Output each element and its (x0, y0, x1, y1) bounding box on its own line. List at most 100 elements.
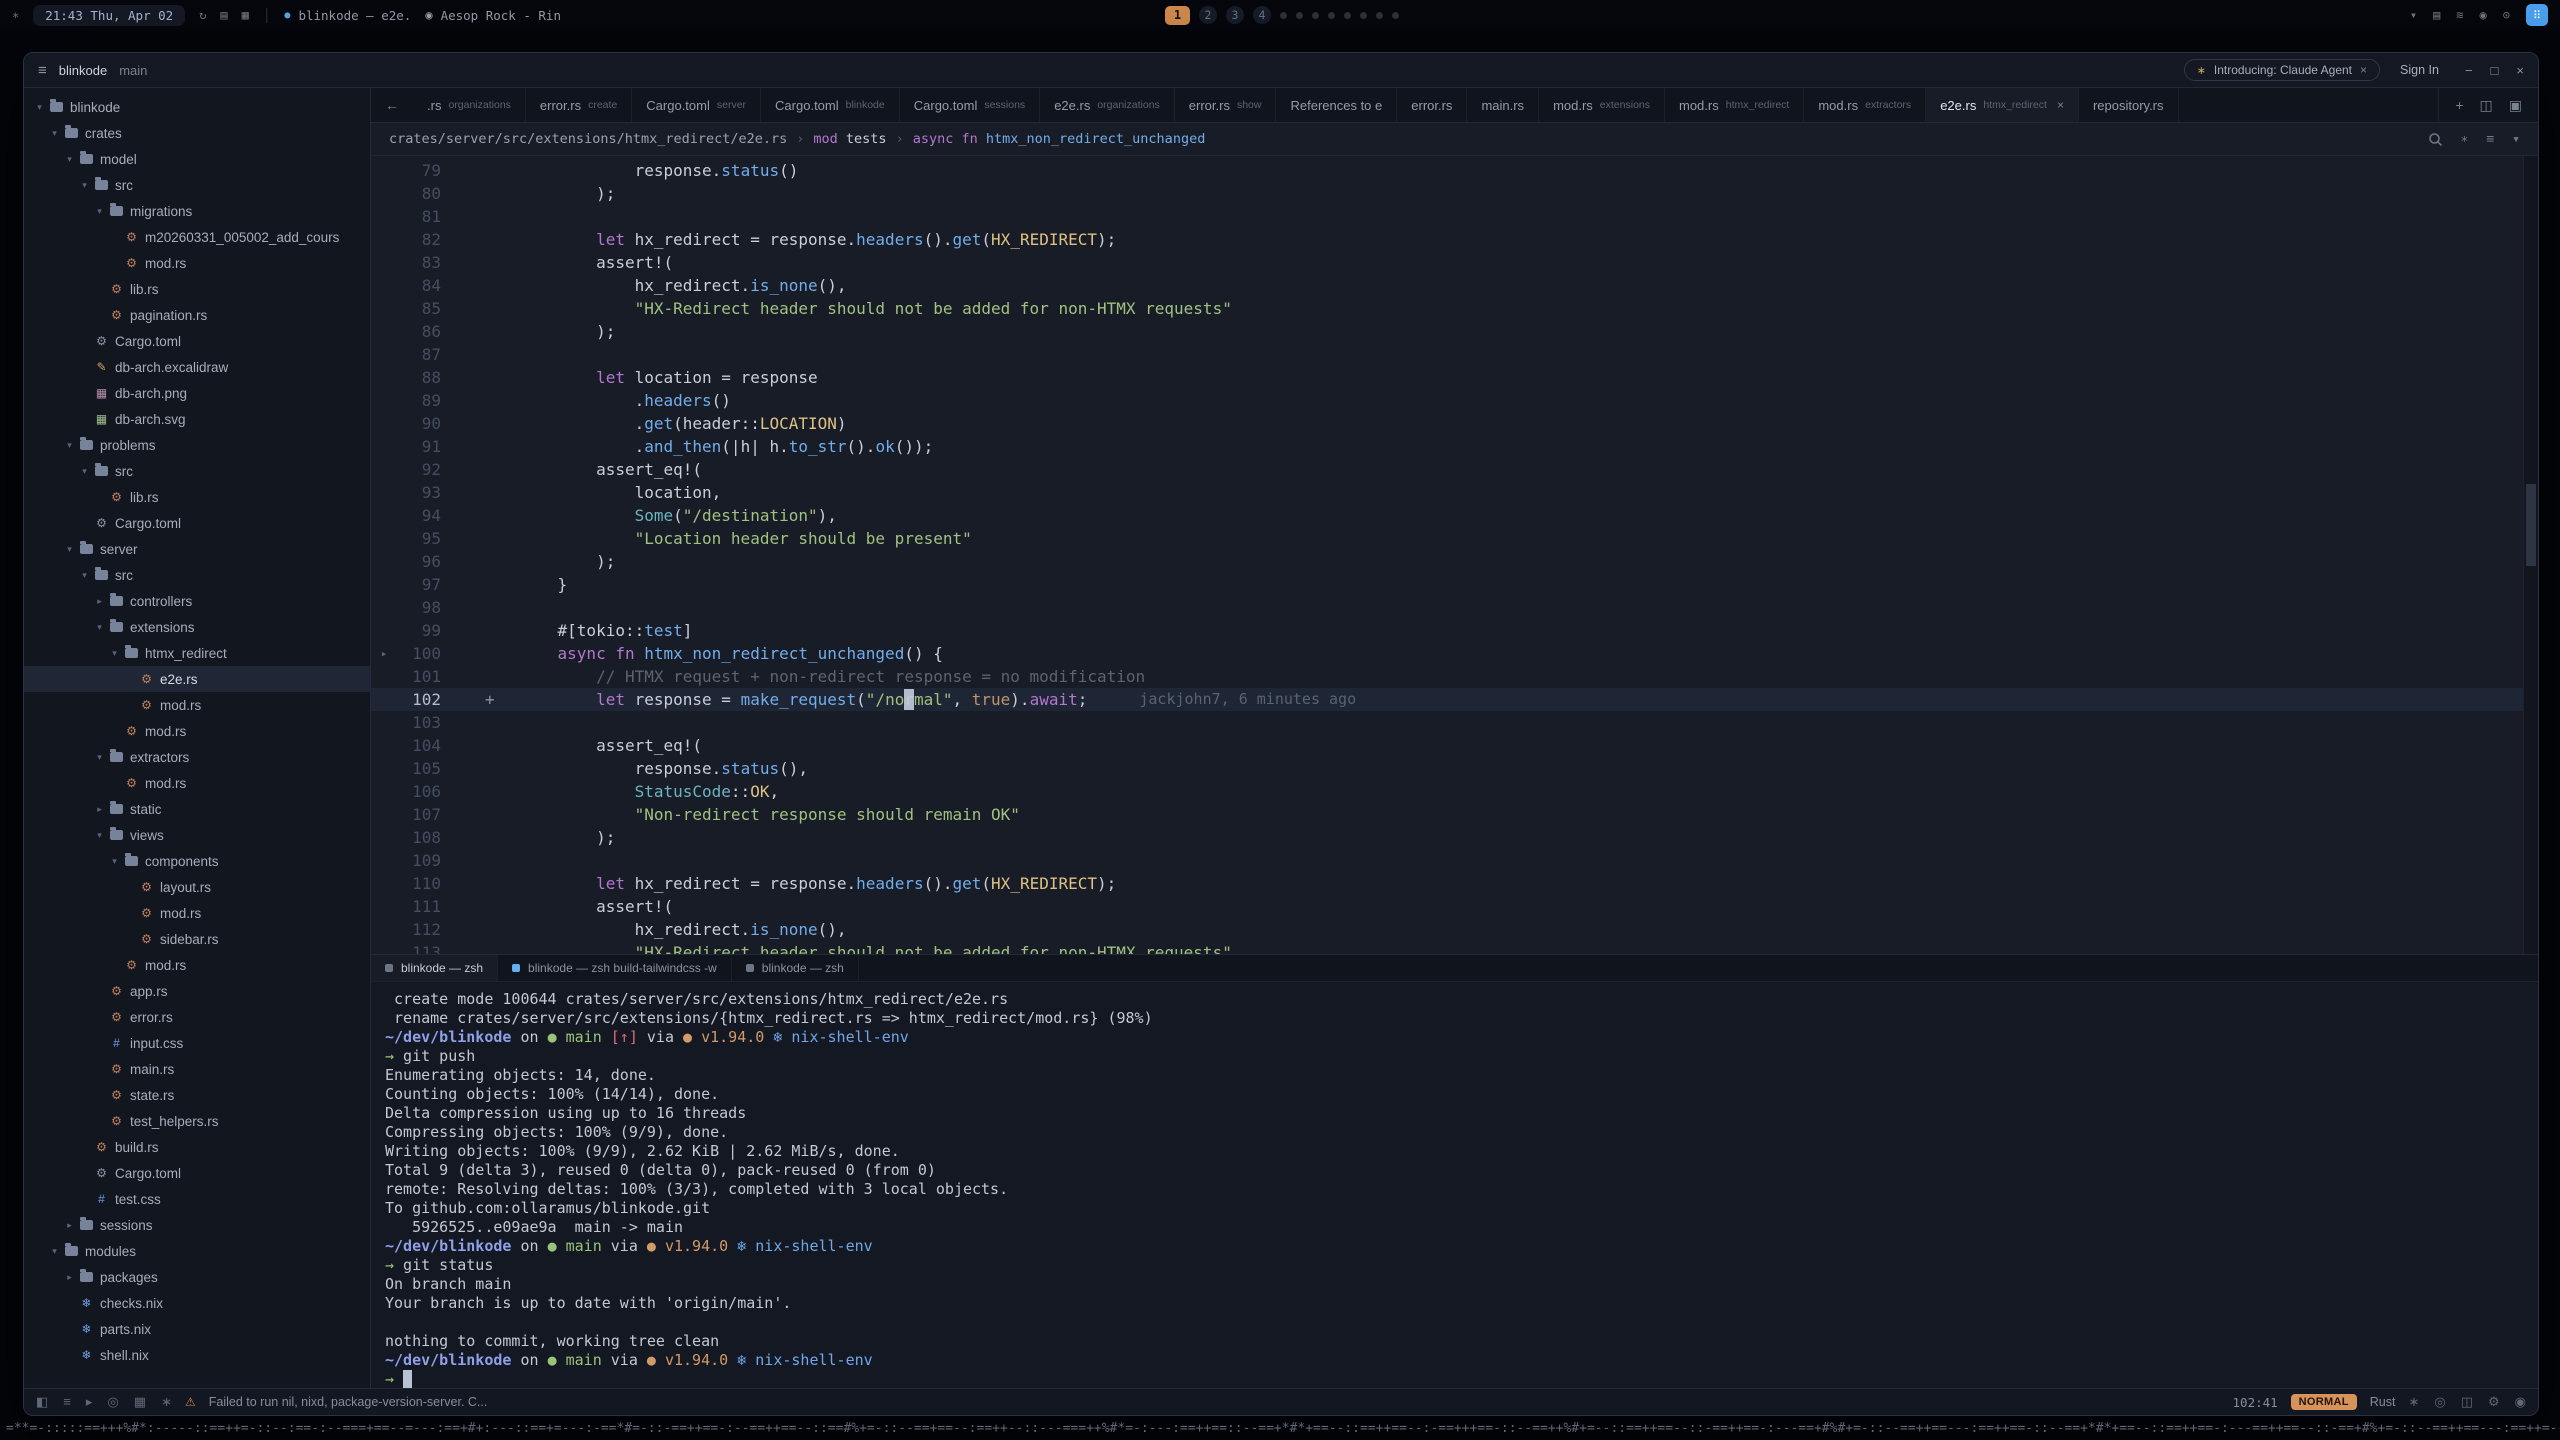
code-line-90[interactable]: 90 .get(header::LOCATION) (371, 412, 2538, 435)
tray-chevron-icon[interactable]: ▾ (2410, 8, 2417, 22)
tree-item-test_helpers.rs[interactable]: ⚙test_helpers.rs (24, 1108, 370, 1134)
chevron-down-icon[interactable]: ▾ (62, 440, 77, 451)
chevron-down-icon[interactable]: ▾ (107, 856, 122, 867)
tree-item-checks.nix[interactable]: ❄checks.nix (24, 1290, 370, 1316)
launcher-icon[interactable]: ∗ (12, 8, 19, 22)
editor-menu-icon[interactable]: ▾ (2512, 132, 2520, 147)
chevron-down-icon[interactable]: ▾ (62, 544, 77, 555)
tree-item-test.css[interactable]: #test.css (24, 1186, 370, 1212)
promo-close-icon[interactable]: × (2360, 63, 2367, 77)
code-line-97[interactable]: 97 } (371, 573, 2538, 596)
chevron-down-icon[interactable]: ▾ (47, 1246, 62, 1257)
music-chip[interactable]: ◉ Aesop Rock - Rin (425, 8, 561, 23)
history-icon[interactable]: ↻ (199, 8, 206, 22)
code-line-102[interactable]: 102+ let response = make_request("/norma… (371, 688, 2538, 711)
tree-item-mod.rs[interactable]: ⚙mod.rs (24, 900, 370, 926)
workspace-dot[interactable] (1312, 12, 1319, 19)
grid-icon[interactable]: ▦ (242, 8, 249, 22)
tree-item-mod.rs[interactable]: ⚙mod.rs (24, 952, 370, 978)
chevron-down-icon[interactable]: ▾ (77, 466, 92, 477)
chevron-right-icon[interactable]: ▸ (62, 1272, 77, 1283)
tree-item-db-arch.png[interactable]: ▦db-arch.png (24, 380, 370, 406)
keyboard-layout-icon[interactable]: ⠿ (2526, 4, 2548, 26)
assistant-icon[interactable]: ∗ (161, 1394, 172, 1410)
chevron-down-icon[interactable]: ▾ (92, 752, 107, 763)
chevron-down-icon[interactable]: ▾ (92, 830, 107, 841)
tab-mod-rs[interactable]: mod.rsextractors (1804, 88, 1926, 122)
tab-Cargo-toml[interactable]: Cargo.tomlserver (632, 88, 761, 122)
code-line-91[interactable]: 91 .and_then(|h| h.to_str().ok()); (371, 435, 2538, 458)
tree-item-main.rs[interactable]: ⚙main.rs (24, 1056, 370, 1082)
power-icon[interactable]: ⊙ (2503, 8, 2510, 22)
search-icon[interactable] (2428, 132, 2443, 147)
code-line-113[interactable]: 113 "HX-Redirect header should not be ad… (371, 941, 2538, 954)
code-line-105[interactable]: 105 response.status(), (371, 757, 2538, 780)
code-line-108[interactable]: 108 ); (371, 826, 2538, 849)
code-line-89[interactable]: 89 .headers() (371, 389, 2538, 412)
terminal-tab-2[interactable]: blinkode — zsh build-tailwindcss -w (498, 955, 732, 981)
tab-main-rs[interactable]: main.rs (1467, 88, 1539, 122)
tree-item-extensions[interactable]: ▾extensions (24, 614, 370, 640)
code-line-103[interactable]: 103 (371, 711, 2538, 734)
workspace-4[interactable]: 4 (1253, 6, 1271, 24)
breadcrumb-symbol[interactable]: mod tests (813, 131, 886, 147)
tree-item-static[interactable]: ▸static (24, 796, 370, 822)
tree-item-sessions[interactable]: ▸sessions (24, 1212, 370, 1238)
code-line-111[interactable]: 111 assert!( (371, 895, 2538, 918)
code-line-84[interactable]: 84 hx_redirect.is_none(), (371, 274, 2538, 297)
maximize-button[interactable]: □ (2491, 63, 2499, 78)
tab-error-rs[interactable]: error.rscreate (526, 88, 632, 122)
breadcrumb-symbol[interactable]: async fn htmx_non_redirect_unchanged (913, 131, 1206, 147)
code-line-98[interactable]: 98 (371, 596, 2538, 619)
tree-item-components[interactable]: ▾components (24, 848, 370, 874)
selection-menu-icon[interactable]: ≡ (2486, 132, 2494, 147)
tree-item-controllers[interactable]: ▸controllers (24, 588, 370, 614)
split-pane-icon[interactable]: ◫ (2480, 97, 2493, 114)
tab-close-icon[interactable]: × (2057, 98, 2064, 112)
chevron-down-icon[interactable]: ▾ (92, 206, 107, 217)
workspace-2[interactable]: 2 (1199, 6, 1217, 24)
breadcrumb-path[interactable]: crates/server/src/extensions/htmx_redire… (389, 131, 787, 147)
code-line-106[interactable]: 106 StatusCode::OK, (371, 780, 2538, 803)
language-indicator[interactable]: Rust (2370, 1395, 2396, 1409)
tree-item-extractors[interactable]: ▾extractors (24, 744, 370, 770)
inline-assist-icon[interactable]: ∗ (2461, 132, 2469, 147)
promo-banner[interactable]: ∗ Introducing: Claude Agent × (2184, 59, 2380, 81)
tree-item-mod.rs[interactable]: ⚙mod.rs (24, 692, 370, 718)
chevron-down-icon[interactable]: ▾ (92, 622, 107, 633)
chevron-right-icon[interactable]: ▸ (92, 804, 107, 815)
tree-item-problems[interactable]: ▾problems (24, 432, 370, 458)
workspace-3[interactable]: 3 (1226, 6, 1244, 24)
code-line-87[interactable]: 87 (371, 343, 2538, 366)
panel-toggle-icon[interactable]: ▣ (2509, 97, 2522, 114)
workspace-dot[interactable] (1392, 12, 1399, 19)
chevron-right-icon[interactable]: ▸ (92, 596, 107, 607)
code-line-93[interactable]: 93 location, (371, 481, 2538, 504)
tree-item-src[interactable]: ▾src (24, 172, 370, 198)
tree-item-lib.rs[interactable]: ⚙lib.rs (24, 276, 370, 302)
tree-item-build.rs[interactable]: ⚙build.rs (24, 1134, 370, 1160)
code-line-99[interactable]: 99 #[tokio::test] (371, 619, 2538, 642)
tab-References-to-e[interactable]: References to e (1276, 88, 1397, 122)
lsp-error-text[interactable]: Failed to run nil, nixd, package-version… (209, 1395, 488, 1409)
chevron-down-icon[interactable]: ▾ (47, 128, 62, 139)
tab-Cargo-toml[interactable]: Cargo.tomlblinkode (761, 88, 900, 122)
workspace-active[interactable]: 1 (1165, 6, 1190, 25)
workspace-dot[interactable] (1360, 12, 1367, 19)
minimize-button[interactable]: − (2465, 63, 2473, 78)
workspace-dot[interactable] (1280, 12, 1287, 19)
tree-item-packages[interactable]: ▸packages (24, 1264, 370, 1290)
tree-item-src[interactable]: ▾src (24, 458, 370, 484)
code-line-86[interactable]: 86 ); (371, 320, 2538, 343)
settings-icon[interactable]: ⚙ (2488, 1394, 2500, 1410)
chevron-right-icon[interactable]: ▸ (62, 1220, 77, 1231)
tree-item-lib.rs[interactable]: ⚙lib.rs (24, 484, 370, 510)
code-line-95[interactable]: 95 "Location header should be present" (371, 527, 2538, 550)
tree-item-mod.rs[interactable]: ⚙mod.rs (24, 770, 370, 796)
tab-Cargo-toml[interactable]: Cargo.tomlsessions (900, 88, 1040, 122)
notifications-icon[interactable]: ◉ (2515, 1394, 2526, 1410)
tree-item-m20260331_005002_add_cours[interactable]: ⚙m20260331_005002_add_cours (24, 224, 370, 250)
chevron-down-icon[interactable]: ▾ (62, 154, 77, 165)
tree-item-sidebar.rs[interactable]: ⚙sidebar.rs (24, 926, 370, 952)
collab-panel-icon[interactable]: ◎ (107, 1394, 118, 1410)
